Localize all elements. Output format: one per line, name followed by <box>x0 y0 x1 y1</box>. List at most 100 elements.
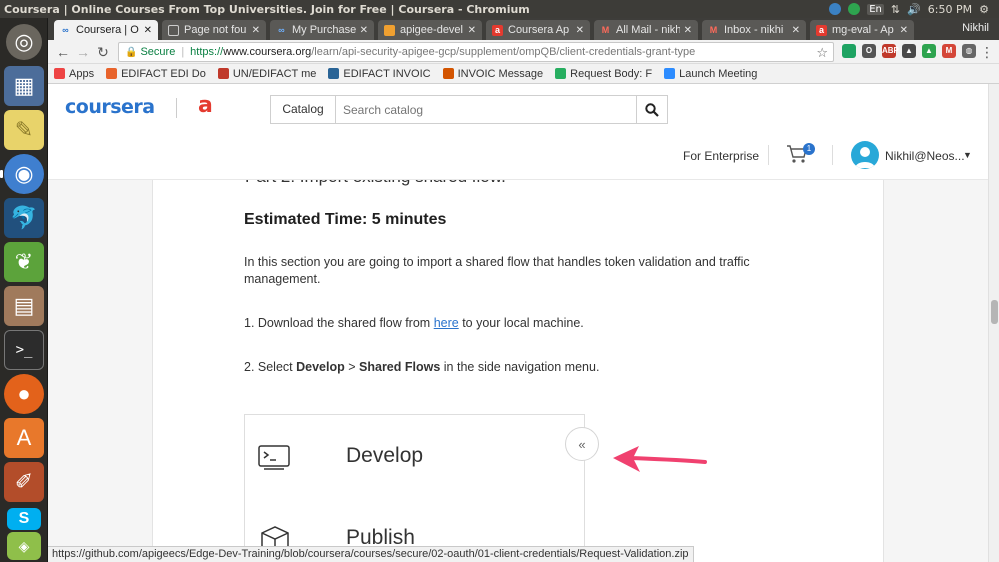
search-button[interactable] <box>636 95 668 124</box>
figure-collapse-chevron-icon: « <box>565 427 599 461</box>
browser-menu-icon[interactable]: ⋮ <box>978 43 996 61</box>
bookmark-star-icon[interactable]: ☆ <box>816 45 828 61</box>
user-avatar[interactable] <box>851 141 879 169</box>
bookmark-edifact-invoic[interactable]: EDIFACT INVOIC <box>328 67 431 80</box>
step-2-text: 2. Select <box>244 360 297 374</box>
tab-all-mail[interactable]: M All Mail - nikh ✕ <box>594 20 698 40</box>
forward-arrow-icon[interactable]: → <box>74 43 92 61</box>
tab-label: My Purchase <box>292 24 356 36</box>
partner-a-logo-icon[interactable]: a <box>198 93 213 118</box>
tab-coursera-active[interactable]: ∞ Coursera | O ✕ <box>54 20 158 40</box>
gmail-favicon-icon: M <box>601 24 610 35</box>
settings-gear-icon[interactable]: ⚙ <box>979 3 989 16</box>
keyboard-layout-indicator[interactable]: En <box>867 3 884 15</box>
coursera-favicon-icon: ∞ <box>278 24 285 35</box>
clock[interactable]: 6:50 PM <box>928 3 972 16</box>
bookmark-label: EDIFACT INVOIC <box>343 67 431 80</box>
hangouts-tray-icon[interactable] <box>848 3 861 15</box>
download-here-link[interactable]: here <box>434 316 459 330</box>
active-app-indicator <box>0 170 3 178</box>
extension-dark-icon[interactable]: ▲ <box>902 44 916 58</box>
tab-label: mg-eval - Ap <box>832 24 894 36</box>
bookmark-invoic-message[interactable]: INVOIC Message <box>442 68 543 80</box>
address-bar[interactable]: 🔒 Secure | https://www.coursera.org/lear… <box>118 42 834 62</box>
extension-opera-icon[interactable]: O <box>862 44 876 58</box>
android-studio-icon[interactable]: ◈ <box>7 532 41 560</box>
bookmark-label: Apps <box>69 67 95 80</box>
catalog-button[interactable]: Catalog <box>270 95 336 124</box>
firefox-icon[interactable]: ● <box>4 374 44 414</box>
browser-profile-chip[interactable]: Nikhil <box>962 22 989 34</box>
terminal-develop-icon <box>258 445 290 470</box>
close-tab-icon[interactable]: ✕ <box>792 25 800 36</box>
extension-grey-icon[interactable]: ◍ <box>962 44 976 58</box>
terminal-icon[interactable]: >_ <box>4 330 44 370</box>
tab-label: apigee-devel <box>400 24 463 36</box>
bookmark-favicon-icon <box>328 68 340 79</box>
logo-divider <box>176 98 177 118</box>
reload-icon[interactable]: ↻ <box>94 43 112 61</box>
tab-coursera-api[interactable]: a Coursera Ap ✕ <box>486 20 590 40</box>
coursera-logo[interactable]: coursera <box>65 96 155 118</box>
adblock-icon[interactable]: ABP <box>882 44 899 58</box>
close-tab-icon[interactable]: ✕ <box>144 25 152 36</box>
coursera-header: coursera a Catalog For Enterprise 1 Nikh… <box>48 84 988 180</box>
network-icon[interactable]: ⇅ <box>891 3 900 16</box>
page-viewport: Part 2: Import existing shared flow. Est… <box>48 84 999 562</box>
tab-apigee-devel[interactable]: apigee-devel ✕ <box>378 20 482 40</box>
tab-label: Inbox - nikhi <box>724 24 784 36</box>
bookmark-favicon-icon <box>442 68 454 79</box>
mysql-workbench-icon[interactable]: 🐬 <box>4 198 44 238</box>
page-scrollbar[interactable] <box>988 84 999 562</box>
window-title: Coursera | Online Courses From Top Unive… <box>4 3 530 16</box>
system-tray: En ⇅ 🔊 6:50 PM ⚙ <box>829 0 999 18</box>
close-tab-icon[interactable]: ✕ <box>684 25 692 36</box>
skype-icon[interactable]: S <box>7 508 41 530</box>
bookmarks-bar: Apps EDIFACT EDI Do UN/EDIFACT me EDIFAC… <box>48 64 999 84</box>
scrollbar-thumb[interactable] <box>991 300 998 324</box>
software-center-icon[interactable]: A <box>4 418 44 458</box>
close-tab-icon[interactable]: ✕ <box>360 25 368 36</box>
google-drive-icon[interactable]: ▲ <box>922 44 936 58</box>
url-scheme: https:// <box>190 46 224 58</box>
url-host: www.coursera.org <box>223 46 312 58</box>
search-input[interactable] <box>335 95 637 124</box>
omnibox-separator: | <box>181 46 185 58</box>
sticky-notes-icon[interactable]: ✎ <box>4 110 44 150</box>
bookmark-edifact-edi[interactable]: EDIFACT EDI Do <box>106 68 206 80</box>
tab-inbox[interactable]: M Inbox - nikhi ✕ <box>702 20 806 40</box>
chevron-down-icon[interactable]: ▼ <box>963 150 972 160</box>
close-tab-icon[interactable]: ✕ <box>576 25 584 36</box>
figure-develop-label: Develop <box>346 444 424 467</box>
coursera-a-favicon-icon: a <box>492 24 503 36</box>
spring-tool-suite-icon[interactable]: ❦ <box>4 242 44 282</box>
gmail-extension-icon[interactable]: M <box>942 44 956 58</box>
ubuntu-dash-icon[interactable]: ◎ <box>6 24 42 60</box>
bookmark-request-body[interactable]: Request Body: F <box>555 68 652 80</box>
extension-green-icon[interactable] <box>842 44 856 58</box>
bookmark-launch-meeting[interactable]: Launch Meeting <box>664 68 757 80</box>
browser-toolbar: ← → ↻ 🔒 Secure | https://www.coursera.or… <box>48 40 999 64</box>
tab-page-not-found[interactable]: Page not fou ✕ <box>162 20 266 40</box>
developer-tools-icon[interactable]: ✐ <box>4 462 44 502</box>
step-1-text: 1. Download the shared flow from <box>244 316 434 330</box>
bookmark-un-edifact[interactable]: UN/EDIFACT me <box>217 68 316 80</box>
article-content: Part 2: Import existing shared flow. Est… <box>152 167 884 562</box>
back-arrow-icon[interactable]: ← <box>54 43 72 61</box>
system-monitor-icon[interactable]: ▦ <box>4 66 44 106</box>
estimated-time-heading: Estimated Time: 5 minutes <box>244 211 447 228</box>
tab-my-purchase[interactable]: ∞ My Purchase ✕ <box>270 20 374 40</box>
close-tab-icon[interactable]: ✕ <box>900 25 908 36</box>
volume-icon[interactable]: 🔊 <box>907 3 921 16</box>
for-enterprise-link[interactable]: For Enterprise <box>683 149 759 163</box>
bookmark-apps[interactable]: Apps <box>54 68 94 80</box>
chrome-tray-icon[interactable] <box>829 3 842 15</box>
page-favicon-icon <box>168 24 179 36</box>
username-label[interactable]: Nikhil@Neos... <box>885 149 965 163</box>
file-manager-icon[interactable]: ▤ <box>4 286 44 326</box>
chromium-icon[interactable]: ◉ <box>4 154 44 194</box>
step-1-text-end: to your local machine. <box>458 316 584 330</box>
close-tab-icon[interactable]: ✕ <box>252 25 260 36</box>
tab-mg-eval[interactable]: a mg-eval - Ap ✕ <box>810 20 914 40</box>
close-tab-icon[interactable]: ✕ <box>468 25 476 36</box>
